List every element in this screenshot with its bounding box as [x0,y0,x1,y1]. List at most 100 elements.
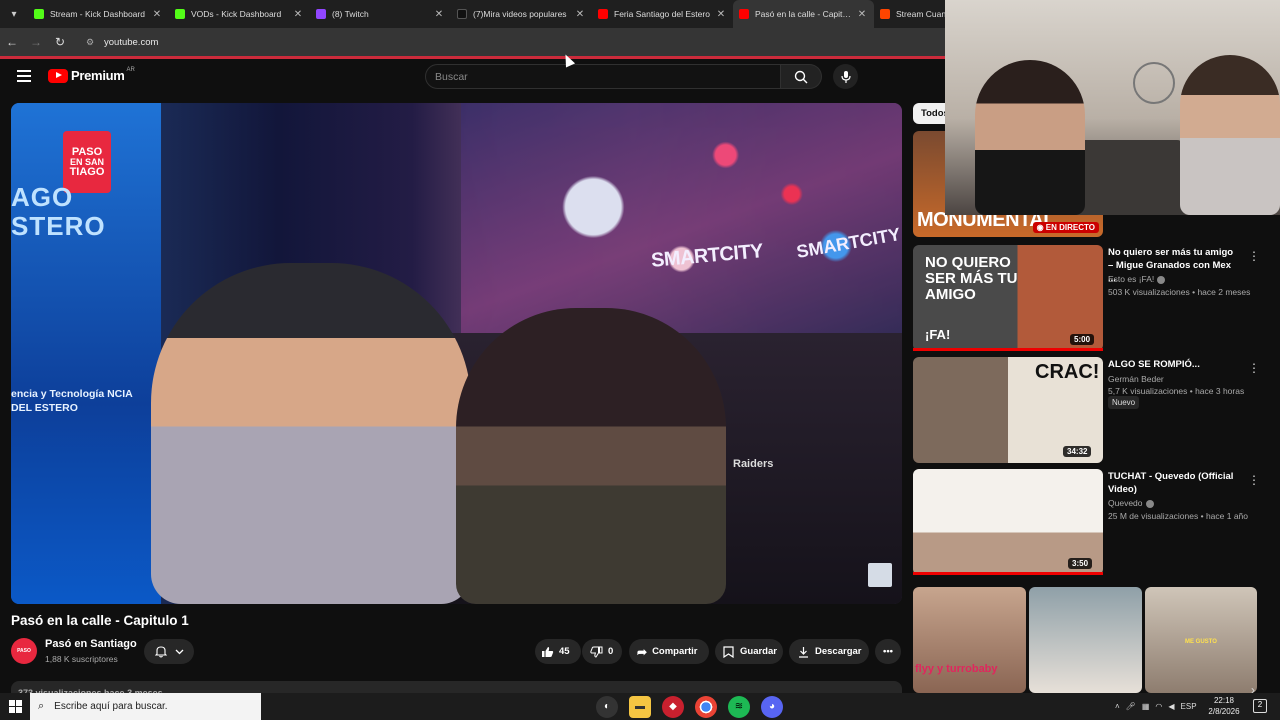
tab-youtube-feria[interactable]: Feria Santiago del Estero ✕ [592,0,733,28]
live-badge: ◉ EN DIRECTO [1032,222,1099,233]
language-indicator[interactable]: ESP [1181,702,1197,711]
download-icon [799,646,808,658]
search-button[interactable] [781,64,822,89]
channel-avatar[interactable]: PASO [11,638,37,664]
screen: ▾ Stream - Kick Dashboard ✕ VODs - Kick … [0,0,1280,720]
chrome-icon[interactable] [695,695,717,718]
like-count: 45 [559,646,570,657]
verified-icon [1145,499,1154,508]
reload-icon[interactable]: ↻ [48,28,72,56]
channel-text: Quevedo [1108,498,1143,508]
thumb-subtext: ¡FA! [925,327,951,342]
recommended-video[interactable]: NO QUIERO SER MÁS TU AMIGO ¡FA! 5:00 No … [913,245,1260,351]
tab-search-icon[interactable]: ▾ [0,0,28,28]
dislike-button[interactable]: 0 [582,639,622,664]
save-icon [723,645,734,658]
youtube-icon [598,9,608,19]
close-icon[interactable]: ✕ [433,9,445,20]
taskbar-search-input[interactable]: ⌕ Escribe aquí para buscar. [30,693,261,720]
twitch-icon [316,9,326,19]
page-load-bar [0,56,945,59]
streamer-right [1180,55,1280,215]
logo-line: TIAGO [69,165,105,178]
network-icon[interactable]: ▦ [1142,702,1150,711]
close-icon[interactable]: ✕ [574,9,586,20]
save-button[interactable]: Guardar [715,639,783,664]
search-input[interactable]: Buscar [425,64,781,89]
search-icon [794,70,808,83]
close-icon[interactable]: ✕ [292,9,304,20]
bag-text: Raiders [733,458,774,470]
duration-badge: 3:50 [1068,558,1093,569]
chevron-down-icon [175,649,183,654]
microphone-icon [840,70,851,83]
short-thumbnail[interactable]: flyy y turrobaby [913,587,1026,693]
wifi-icon[interactable]: ◠ [1155,702,1162,711]
share-button[interactable]: ➦ Compartir [629,639,709,664]
banner-text: AGO STERO [11,182,106,241]
tab-twitch[interactable]: (8) Twitch ✕ [310,0,451,28]
chevron-up-icon[interactable]: ˄ [1115,702,1120,711]
download-label: Descargar [815,646,862,657]
clock-date: 2/8/2026 [1208,707,1240,717]
search-placeholder: Buscar [435,70,468,83]
channel-text: Esto es ¡FA! [1108,274,1155,284]
tab-label: (8) Twitch [332,9,369,19]
more-horizontal-icon: ••• [883,646,893,657]
verified-icon [1157,275,1166,284]
country-code: AR [126,66,135,73]
tab-tiktok[interactable]: (7)Mira videos populares ✕ [451,0,592,28]
back-icon[interactable]: ← [0,28,24,56]
short-thumbnail[interactable]: ME GUSTO [1145,587,1257,693]
thumbs-up-icon [542,646,554,657]
voice-search-button[interactable] [833,64,858,89]
folder-icon[interactable]: ▬ [629,695,651,718]
video-meta: 25 M de visualizaciones • hace 1 año [1108,511,1249,521]
site-info-icon[interactable]: ⚙ [86,37,96,48]
channel-name[interactable]: Pasó en Santiago [45,638,137,650]
notifications-button[interactable] [144,639,194,664]
thumb-text: NO QUIERO SER MÁS TU AMIGO [925,254,1018,303]
more-vertical-icon[interactable]: ⋮ [1248,249,1260,263]
download-button[interactable]: Descargar [789,639,869,664]
tab-kick-vods[interactable]: VODs - Kick Dashboard ✕ [169,0,310,28]
subscriber-count: 1,88 K suscriptores [45,654,118,664]
forward-icon[interactable]: → [24,28,48,56]
clock[interactable]: 22:18 2/8/2026 [1204,695,1244,717]
thumb-text: CRAC! [1035,361,1100,383]
video-player[interactable]: PASO EN SAN TIAGO AGO STERO encia y Tecn… [11,103,902,604]
menu-icon[interactable] [17,70,31,82]
more-actions-button[interactable]: ••• [875,639,901,664]
taskbar-search-placeholder: Escribe aquí para buscar. [54,701,168,712]
close-icon[interactable]: ✕ [151,9,163,20]
fan [1133,62,1175,104]
recommended-video[interactable]: CRAC! 34:32 ALGO SE ROMPIÓ... Germán Bed… [913,357,1260,463]
windows-start-icon[interactable] [0,693,30,720]
live-badge-label: EN DIRECTO [1045,223,1095,232]
tab-label: Pasó en la calle - Capitulo [755,9,852,19]
short-thumbnail[interactable] [1029,587,1142,693]
recommended-video[interactable]: 3:50 TUCHAT - Quevedo (Official Video) Q… [913,469,1260,575]
more-vertical-icon[interactable]: ⋮ [1248,473,1260,487]
tab-youtube-active[interactable]: Pasó en la calle - Capitulo ✕ [733,0,874,28]
notification-center-icon[interactable]: 2 [1253,699,1267,713]
youtube-play-icon [48,68,68,83]
microphone-icon[interactable]: 🎤︎ [1126,702,1136,711]
close-icon[interactable]: ✕ [856,9,868,20]
discord-icon[interactable]: ◕ [761,695,783,718]
tab-kick-stream[interactable]: Stream - Kick Dashboard ✕ [28,0,169,28]
url-field[interactable]: ⚙ youtube.com [78,32,638,52]
youtube-premium-logo[interactable]: Premium AR [48,66,135,83]
app-icon[interactable]: ◆ [662,695,684,718]
more-vertical-icon[interactable]: ⋮ [1248,361,1260,375]
volume-icon[interactable]: ◀︎ [1168,702,1174,711]
tab-label: (7)Mira videos populares [473,9,567,19]
spotify-icon[interactable]: ≋ [728,695,750,718]
share-icon: ➦ [637,644,648,659]
obs-icon[interactable]: ◐ [596,695,618,718]
like-button[interactable]: 45 [535,639,581,664]
presenter [151,263,471,604]
close-icon[interactable]: ✕ [715,9,727,20]
channel-watermark[interactable] [868,563,892,587]
watch-progress-bar [913,348,1103,351]
